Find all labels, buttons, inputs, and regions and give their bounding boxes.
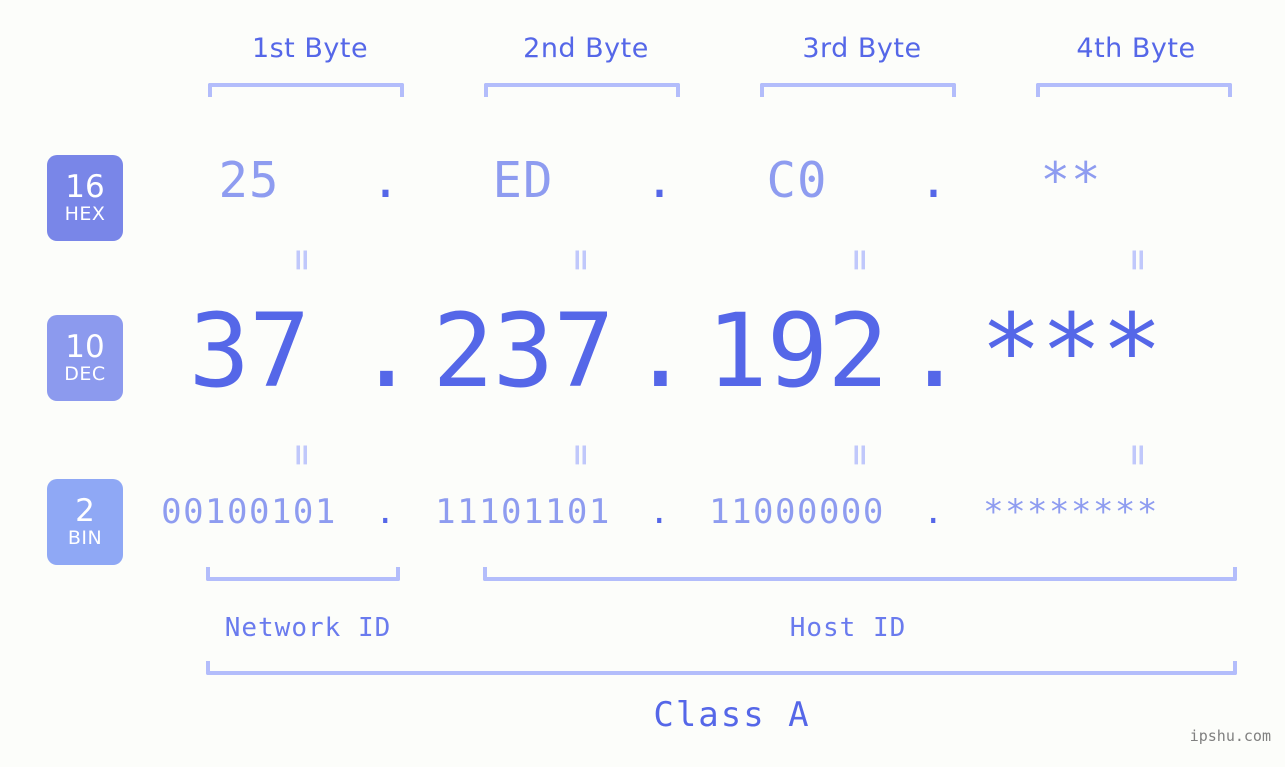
byte-bracket-top-4 <box>1036 83 1232 97</box>
equals-icon-dec-bin-3: = <box>842 442 877 468</box>
dec-byte-4: *** <box>980 292 1162 411</box>
dec-byte-3: 192 <box>706 292 888 411</box>
dec-separator-2: . <box>629 292 691 411</box>
class-label: Class A <box>653 695 811 735</box>
equals-icon-dec-bin-4: = <box>1120 442 1155 468</box>
byte-header-label-2: 2nd Byte <box>523 33 649 64</box>
byte-bracket-top-1 <box>208 83 404 97</box>
base-badge-bin-name: BIN <box>67 527 103 549</box>
equals-icon-dec-bin-1: = <box>284 442 319 468</box>
bin-byte-1: 00100101 <box>161 492 337 532</box>
dec-byte-1: 37 <box>188 292 311 411</box>
byte-header-label-4: 4th Byte <box>1076 33 1196 64</box>
watermark: ipshu.com <box>1189 727 1271 745</box>
network-id-label: Network ID <box>224 613 392 643</box>
hex-separator-2: . <box>644 152 676 209</box>
hex-byte-2: ED <box>492 152 554 209</box>
base-badge-bin: 2 BIN <box>47 479 123 565</box>
class-bracket <box>206 661 1237 675</box>
hex-separator-3: . <box>918 152 950 209</box>
dec-separator-1: . <box>355 292 417 411</box>
equals-icon-hex-dec-4: = <box>1120 247 1155 273</box>
bin-separator-3: . <box>923 492 945 532</box>
byte-header-label-3: 3rd Byte <box>802 33 922 64</box>
bin-byte-2: 11101101 <box>435 492 611 532</box>
hex-byte-3: C0 <box>766 152 828 209</box>
host-id-label: Host ID <box>789 613 907 643</box>
base-badge-hex: 16 HEX <box>47 155 123 241</box>
network-id-bracket <box>206 567 400 581</box>
dec-value-row: 37 . 237 . 192 . *** <box>150 292 1250 411</box>
equals-icon-dec-bin-2: = <box>563 442 598 468</box>
hex-byte-4: ** <box>1040 152 1102 209</box>
equals-icon-hex-dec-1: = <box>284 247 319 273</box>
base-badge-dec: 10 DEC <box>47 315 123 401</box>
bin-separator-1: . <box>375 492 397 532</box>
bin-byte-4: ******** <box>983 492 1159 532</box>
hex-separator-1: . <box>370 152 402 209</box>
hex-byte-1: 25 <box>218 152 280 209</box>
byte-bracket-top-2 <box>484 83 680 97</box>
dec-byte-2: 237 <box>432 292 614 411</box>
bin-separator-2: . <box>649 492 671 532</box>
base-badge-dec-number: 10 <box>65 329 105 365</box>
dec-separator-3: . <box>903 292 965 411</box>
base-badge-dec-name: DEC <box>64 363 106 385</box>
base-badge-bin-number: 2 <box>75 493 95 529</box>
base-badge-hex-number: 16 <box>65 169 105 205</box>
byte-header-label-1: 1st Byte <box>251 33 369 64</box>
byte-bracket-top-3 <box>760 83 956 97</box>
bin-value-row: 00100101 . 11101101 . 11000000 . *******… <box>150 492 1250 532</box>
hex-value-row: 25 . ED . C0 . ** <box>150 152 1250 209</box>
equals-icon-hex-dec-2: = <box>563 247 598 273</box>
ip-address-breakdown-diagram: 1st Byte 2nd Byte 3rd Byte 4th Byte 16 H… <box>0 0 1285 767</box>
bin-byte-3: 11000000 <box>709 492 885 532</box>
base-badge-hex-name: HEX <box>64 203 106 225</box>
equals-icon-hex-dec-3: = <box>842 247 877 273</box>
host-id-bracket <box>483 567 1237 581</box>
